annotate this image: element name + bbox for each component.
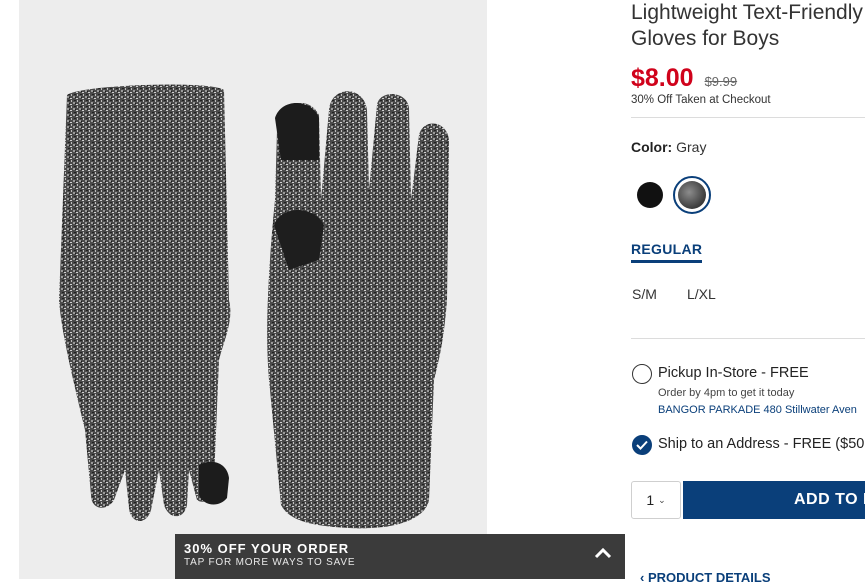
color-label: Color:	[631, 139, 673, 155]
ship-radio-checked[interactable]	[632, 435, 652, 455]
chevron-up-icon[interactable]	[593, 546, 613, 560]
swatch-black[interactable]	[637, 182, 663, 208]
chevron-down-icon: ⌄	[658, 494, 666, 505]
product-title-line-2: Gloves for Boys	[631, 27, 780, 50]
divider	[631, 117, 865, 118]
promo-banner[interactable]: 30% OFF YOUR ORDER TAP FOR MORE WAYS TO …	[175, 534, 625, 579]
color-selection-label: Color: Gray	[631, 139, 706, 155]
swatch-gray-fill	[678, 181, 706, 209]
swatch-gray-selected[interactable]	[673, 176, 711, 214]
add-to-bag-button[interactable]: ADD TO B	[683, 481, 865, 519]
product-title-line-1: Lightweight Text-Friendly	[631, 1, 863, 24]
size-option-sm[interactable]: S/M	[632, 286, 657, 302]
gloves-photo	[59, 84, 449, 529]
divider	[631, 338, 865, 339]
product-image[interactable]	[19, 0, 487, 579]
promo-headline: 30% OFF YOUR ORDER	[184, 541, 350, 556]
promo-subtext: TAP FOR MORE WAYS TO SAVE	[184, 557, 356, 568]
check-icon	[636, 440, 648, 450]
original-price: $9.99	[704, 74, 738, 89]
quantity-select[interactable]: 1 ⌄	[631, 481, 681, 519]
chevron-left-icon: ‹	[640, 570, 648, 585]
ship-label[interactable]: Ship to an Address - FREE ($50	[658, 436, 864, 452]
pickup-label[interactable]: Pickup In-Store - FREE	[658, 365, 809, 381]
product-title: Lightweight Text-Friendly Gloves for Boy…	[631, 0, 865, 52]
size-option-lxl[interactable]: L/XL	[687, 286, 716, 302]
product-details-toggle[interactable]: ‹ PRODUCT DETAILS	[640, 570, 771, 585]
product-details-label: PRODUCT DETAILS	[647, 570, 771, 585]
pickup-radio[interactable]	[632, 364, 652, 384]
quantity-value: 1	[646, 492, 655, 508]
color-value: Gray	[676, 139, 707, 155]
pickup-store-link[interactable]: BANGOR PARKADE 480 Stillwater Aven	[658, 404, 857, 416]
sale-price: $8.00	[631, 64, 694, 92]
tab-regular[interactable]: REGULAR	[631, 241, 703, 263]
pickup-note: Order by 4pm to get it today	[658, 387, 795, 399]
price-row: $8.00 $9.99	[631, 64, 737, 93]
discount-note: 30% Off Taken at Checkout	[631, 94, 771, 106]
